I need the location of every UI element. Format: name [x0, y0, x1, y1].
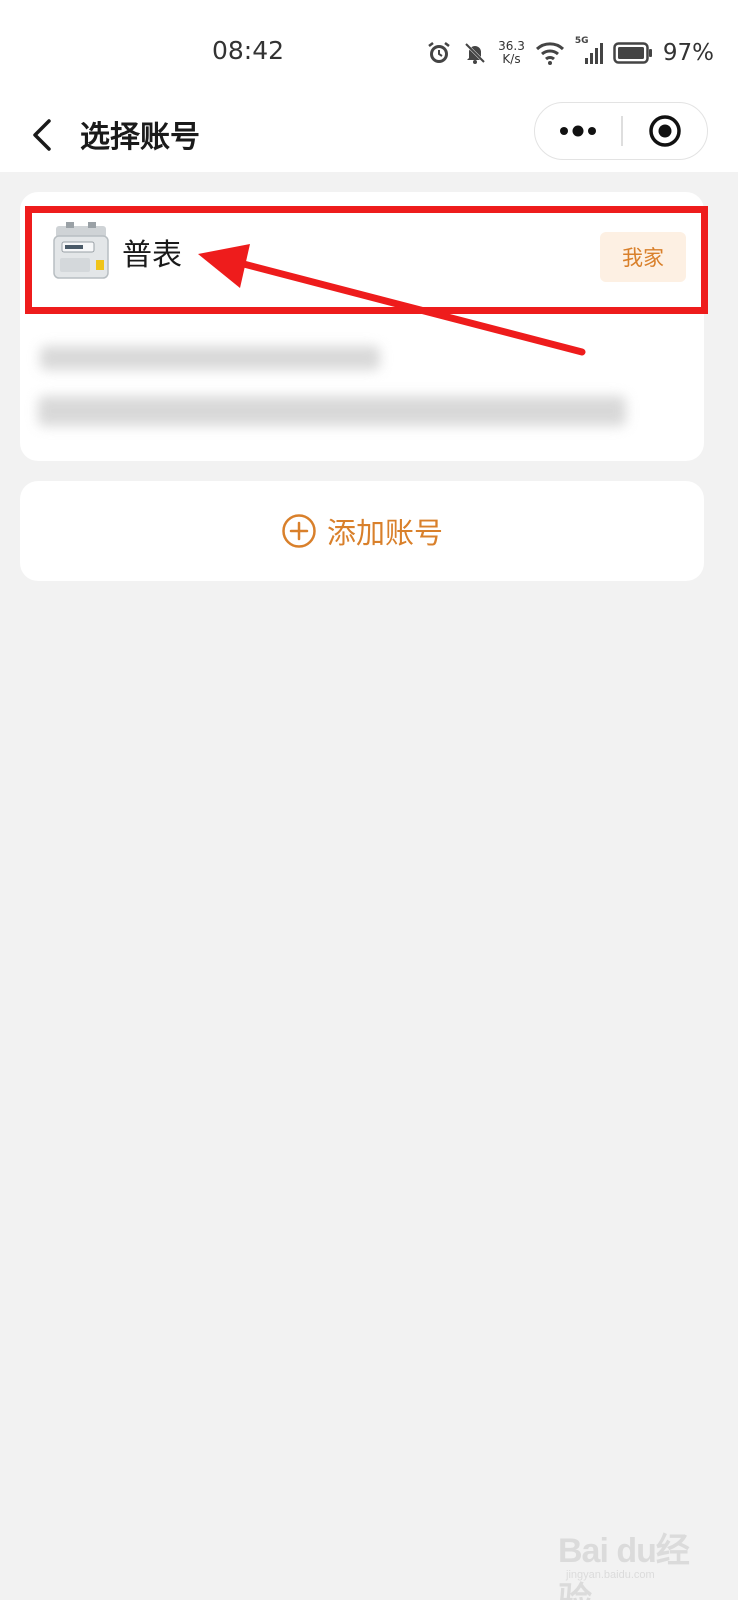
gas-meter-icon	[53, 222, 109, 279]
more-dots-icon	[560, 125, 596, 137]
account-card: 普表 我家	[20, 192, 704, 461]
add-account-label: 添加账号	[326, 516, 443, 550]
status-time: 08:42	[212, 36, 285, 65]
plus-circle-icon	[282, 514, 316, 548]
battery-percent: 97%	[662, 40, 714, 66]
net-speed: 36.3 K/s	[498, 40, 525, 66]
battery-icon	[613, 41, 653, 65]
target-close-icon	[649, 115, 681, 147]
alarm-icon	[426, 40, 452, 66]
account-number-redacted	[40, 346, 380, 370]
mute-bell-icon	[462, 40, 488, 66]
status-bar: 08:42 36.3 K/s 5G 97%	[0, 0, 738, 100]
chevron-left-icon	[33, 119, 51, 151]
page-title: 选择账号	[80, 120, 200, 155]
account-tag: 我家	[600, 232, 686, 282]
account-name: 普表	[122, 238, 182, 273]
network-type: 5G	[574, 36, 589, 46]
more-button[interactable]	[535, 103, 621, 159]
baidu-watermark: Bai du经验 jingyan.baidu.com	[558, 1515, 718, 1600]
back-button[interactable]	[20, 110, 64, 160]
nav-bar: 选择账号	[0, 100, 738, 172]
miniprogram-capsule	[534, 102, 708, 160]
net-speed-unit: K/s	[502, 52, 521, 66]
account-item[interactable]: 普表 我家	[20, 192, 704, 302]
watermark-url: jingyan.baidu.com	[566, 1569, 655, 1581]
add-account-button[interactable]: 添加账号	[20, 481, 704, 581]
signal-icon: 5G	[575, 36, 603, 66]
account-address-redacted	[38, 396, 626, 426]
watermark-brand: Bai du经验	[558, 1532, 690, 1600]
close-miniprogram-button[interactable]	[623, 103, 707, 159]
wifi-icon	[535, 40, 565, 66]
status-icons: 36.3 K/s 5G 97%	[426, 36, 714, 70]
